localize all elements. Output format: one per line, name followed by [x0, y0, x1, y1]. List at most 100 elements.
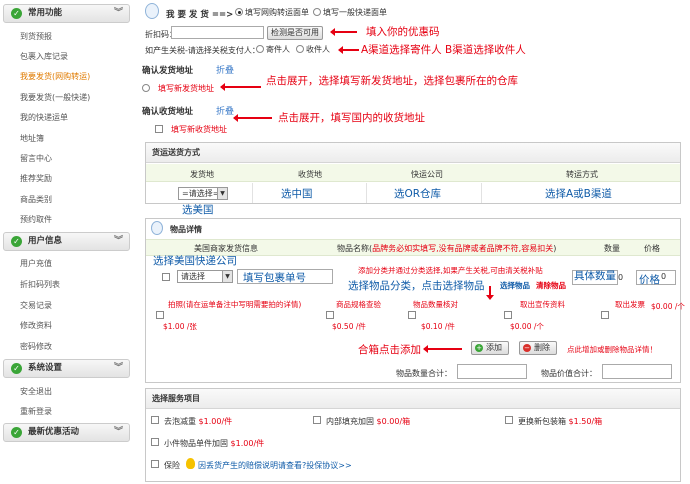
tax-payer-receiver-radio[interactable] — [296, 45, 304, 53]
sender-address-collapse-link[interactable]: 折叠 — [216, 63, 234, 76]
service-photo-checkbox[interactable] — [156, 311, 164, 319]
sidebar-section-user[interactable]: ✓ 用户信息 ︾ — [3, 232, 130, 251]
chevron-down-icon: ▼ — [222, 271, 232, 282]
sidebar-item-logout[interactable]: 安全退出 — [20, 386, 52, 397]
discount-code-input[interactable] — [171, 26, 264, 39]
service-flyers-checkbox[interactable] — [504, 311, 512, 319]
insurance-checkbox[interactable] — [151, 460, 159, 468]
service-invoice-price: $0.00 /个 — [651, 302, 685, 311]
annotation-destination: 选中国 — [281, 188, 313, 200]
tax-payer-sender-label: 寄件人 — [266, 45, 290, 54]
sidebar-item-package-records[interactable]: 包裹入库记录 — [20, 51, 68, 62]
origin-select[interactable]: =请选择= ▼ — [178, 187, 228, 200]
sidebar-item-edit-profile[interactable]: 修改资料 — [20, 320, 52, 331]
services-panel: 选择服务项目 去泡减重 $1.00/件 内部填充加固 $0.00/箱 更换新包装… — [145, 388, 681, 482]
annotation-category: 选择物品分类，点击选择物品 — [348, 280, 485, 292]
sidebar-item-transactions[interactable]: 交易记录 — [20, 300, 52, 311]
annotation-arrow — [330, 28, 357, 36]
shipping-method-title: 货运送货方式 — [146, 143, 680, 163]
sidebar-item-messages[interactable]: 留言中心 — [20, 153, 52, 164]
tax-payer-sender-radio[interactable] — [256, 45, 264, 53]
sidebar-item-address-book[interactable]: 地址簿 — [20, 133, 44, 144]
service-flyers-label: 取出宣传资料 — [520, 300, 565, 309]
sender-address-title: 确认发货地址 — [142, 66, 194, 76]
check-discount-button[interactable]: 检测是否可用 — [267, 26, 323, 40]
total-price-input[interactable] — [602, 364, 672, 379]
total-qty-input[interactable] — [457, 364, 527, 379]
sidebar-item-discount-codes[interactable]: 折扣码列表 — [20, 279, 60, 290]
add-item-button[interactable]: + 添加 — [471, 341, 509, 355]
item-row-checkbox[interactable] — [162, 273, 170, 281]
ship-type-express-label: 填写一般快递面单 — [323, 8, 387, 17]
new-receiver-address-checkbox[interactable] — [155, 125, 163, 133]
sidebar-section-common[interactable]: ✓ 常用功能 ︾ — [3, 4, 130, 23]
annotation-arrow — [233, 114, 272, 122]
sidebar-section-settings[interactable]: ✓ 系统设置 ︾ — [3, 359, 130, 378]
service-remove-foam: 去泡减重 $1.00/件 — [164, 417, 233, 426]
total-qty-label: 物品数量合计： — [396, 369, 452, 378]
sidebar-item-relogin[interactable]: 重新登录 — [20, 406, 52, 417]
total-price-label: 物品价值合计： — [541, 369, 597, 378]
service-small-item-checkbox[interactable] — [151, 438, 159, 446]
service-inner-fill: 内部填充加固 $0.00/箱 — [326, 417, 411, 426]
service-count-checkbox[interactable] — [408, 311, 416, 319]
service-invoice-label: 取出发票 — [615, 300, 645, 309]
annotation-company: 选OR仓库 — [394, 188, 442, 200]
ship-type-forward-radio[interactable] — [235, 8, 243, 16]
annotation-us-courier: 选择美国快递公司 — [153, 255, 237, 267]
select-item-link[interactable]: 选择物品 — [500, 280, 530, 291]
service-count-label: 物品数量核对 — [413, 300, 458, 309]
sidebar-section-promotions[interactable]: ✓ 最新优惠活动 ︾ — [3, 423, 130, 442]
sidebar-item-my-waybills[interactable]: 我的快递运单 — [20, 112, 68, 123]
annotation-arrow — [220, 83, 261, 91]
annotation-tax-payer: A渠道选择寄件人 B渠道选择收件人 — [361, 44, 526, 56]
sidebar: ✓ 常用功能 ︾ 到货预报 包裹入库记录 我要发货(网购转运) 我要发货(一般快递)… — [0, 0, 133, 484]
check-circle-icon: ✓ — [11, 8, 22, 19]
shipping-method-panel: 货运送货方式 发货地 收货地 快运公司 转运方式 =请选择= ▼ 选中国 选OR仓… — [145, 142, 681, 204]
sidebar-item-arrival-forecast[interactable]: 到货预报 — [20, 31, 52, 42]
page-title: 我 要 发 货 ==> — [166, 10, 234, 20]
lightbulb-icon — [145, 3, 159, 19]
sidebar-item-ship-express[interactable]: 我要发货(一般快递) — [20, 92, 90, 103]
delete-item-button[interactable]: − 删除 — [519, 341, 557, 355]
chevron-down-icon: ▼ — [217, 188, 227, 199]
sidebar-item-change-password[interactable]: 密码修改 — [20, 341, 52, 352]
service-invoice-checkbox[interactable] — [601, 311, 609, 319]
sidebar-item-categories[interactable]: 商品类别 — [20, 194, 52, 205]
service-spec-checkbox[interactable] — [326, 311, 334, 319]
us-courier-select[interactable]: 请选择 ▼ — [177, 270, 233, 283]
service-inner-fill-checkbox[interactable] — [313, 416, 321, 424]
quantity-value: 0 — [618, 273, 624, 282]
sidebar-item-recharge[interactable]: 用户充值 — [20, 258, 52, 269]
insurance-agreement-link[interactable]: 因丢货产生的赔偿说明请查看?投保协议>> — [198, 460, 352, 471]
annotation-method: 选择A或B渠道 — [545, 188, 612, 200]
chevron-down-icon: ︾ — [113, 8, 123, 18]
service-photo-price: $1.00 /张 — [163, 322, 197, 331]
annotation-receiver: 点击展开，填写国内的收货地址 — [278, 112, 425, 124]
shipping-col-from: 发货地 — [190, 170, 214, 179]
shipping-col-to: 收货地 — [298, 170, 322, 179]
ship-type-express-radio[interactable] — [313, 8, 321, 16]
service-count-price: $0.10 /件 — [421, 322, 455, 331]
item-details-panel: 物品详情 美国商家发货信息 物品名称(品牌务必如实填写,没有品牌或者品牌不符,容… — [145, 218, 685, 383]
service-photo-label: 拍照(请在运单备注中写明需要拍的详情) — [168, 300, 302, 309]
chevron-down-icon: ︾ — [113, 427, 123, 437]
clear-item-link[interactable]: 清除物品 — [536, 280, 566, 291]
annotation-sender: 点击展开，选择填写新发货地址，选择包裹所在的仓库 — [266, 75, 518, 87]
service-small-item: 小件物品单件加固 $1.00/件 — [164, 439, 265, 448]
price-value: 0 — [661, 272, 667, 281]
chevron-down-icon: ︾ — [113, 363, 123, 373]
sidebar-item-ship-forward[interactable]: 我要发货(网购转运) — [20, 71, 90, 82]
check-circle-icon: ✓ — [11, 363, 22, 374]
service-spec-price: $0.50 /件 — [332, 322, 366, 331]
service-remove-foam-checkbox[interactable] — [151, 416, 159, 424]
sidebar-item-referral[interactable]: 推荐奖励 — [20, 173, 52, 184]
annotation-price: 价格 — [639, 274, 660, 286]
service-new-box-checkbox[interactable] — [505, 416, 513, 424]
sidebar-item-pickup[interactable]: 预约取件 — [20, 214, 52, 225]
annotation-tracking: 填写包裹单号 — [243, 272, 306, 284]
items-col-qty: 数量 — [604, 244, 620, 253]
new-sender-address-radio[interactable] — [142, 84, 150, 92]
service-spec-label: 商品规格查验 — [336, 300, 381, 309]
shipping-col-method: 转运方式 — [566, 170, 598, 179]
